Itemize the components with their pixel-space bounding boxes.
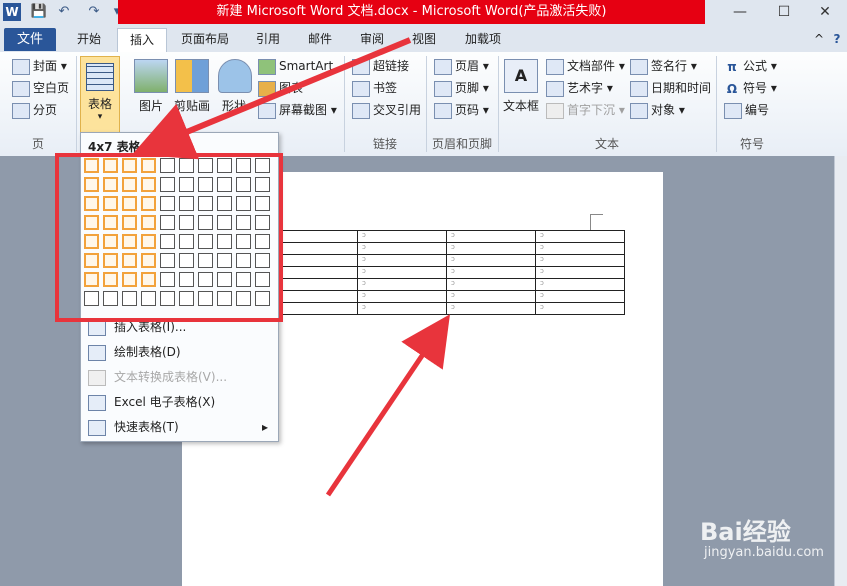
baidu-watermark-brand: Bai经验 [700,518,791,546]
baidu-watermark-url: jingyan.baidu.com [704,545,824,560]
arrow-to-table [325,314,450,497]
arrow-to-grid [132,37,412,160]
annotation-arrows [132,37,450,497]
